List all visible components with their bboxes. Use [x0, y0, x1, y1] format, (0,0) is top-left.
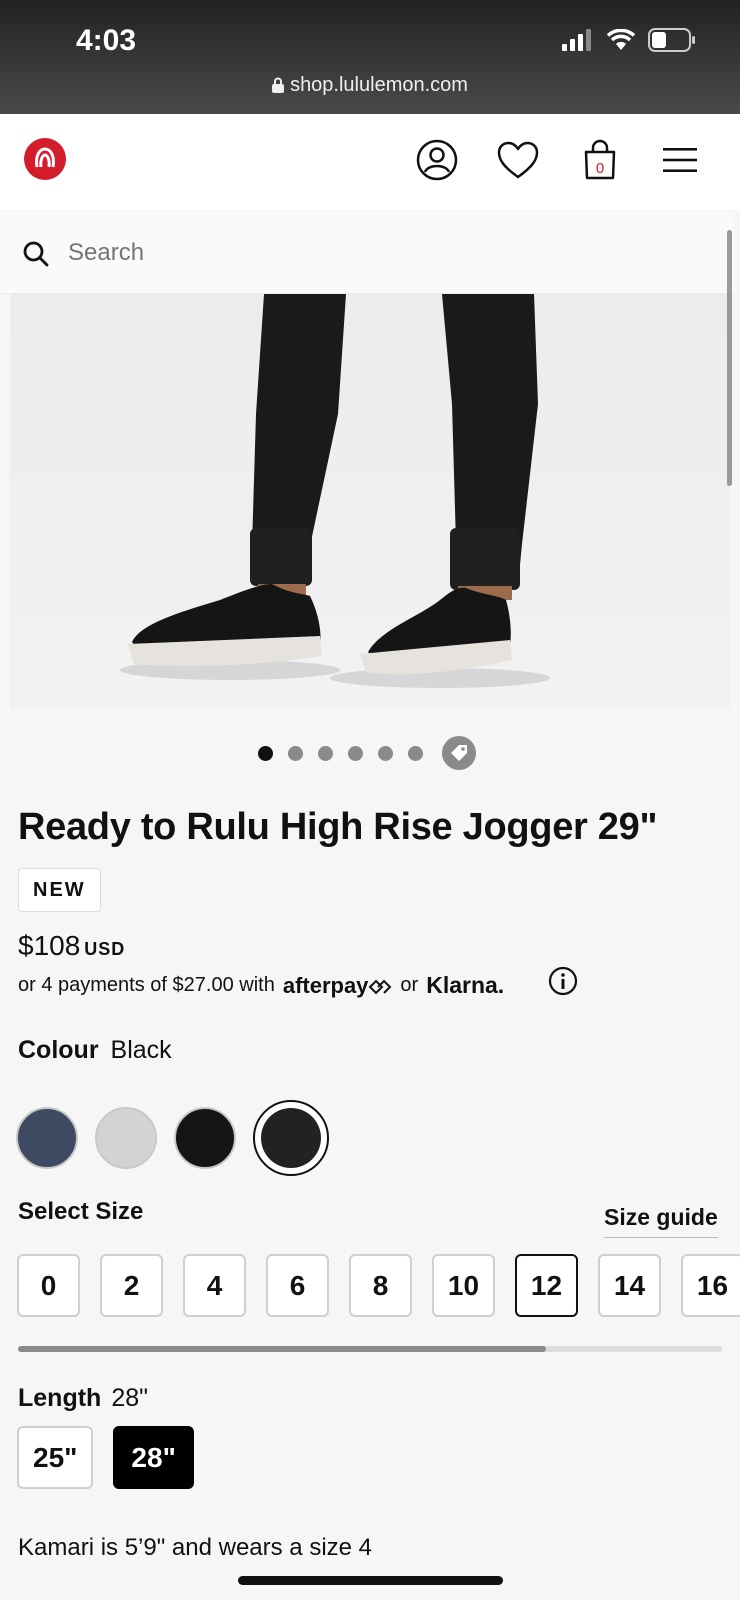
- length-row: Length 28": [18, 1384, 148, 1413]
- search-input[interactable]: [68, 232, 668, 274]
- price-currency: USD: [84, 939, 126, 959]
- account-button[interactable]: [415, 138, 459, 182]
- product-title: Ready to Rulu High Rise Jogger 29": [18, 806, 658, 848]
- length-options: 25" 28": [17, 1426, 194, 1489]
- url-bar[interactable]: shop.lululemon.com: [0, 74, 740, 97]
- colour-label: Colour: [18, 1036, 99, 1064]
- cart-button[interactable]: 0: [578, 138, 622, 182]
- installment-row: or 4 payments of $27.00 with afterpay or…: [18, 972, 504, 999]
- hamburger-menu-icon: [663, 148, 697, 172]
- swatch-fill: [261, 1108, 321, 1168]
- search-icon[interactable]: [22, 240, 50, 268]
- carousel-dot[interactable]: [318, 745, 333, 761]
- lock-icon: [272, 77, 285, 93]
- klarna-logo[interactable]: Klarna.: [426, 972, 504, 999]
- swatch-heathered-navy[interactable]: [16, 1107, 78, 1169]
- lululemon-logo[interactable]: [24, 138, 66, 180]
- length-option-selected[interactable]: 28": [113, 1426, 194, 1489]
- size-option[interactable]: 4: [183, 1254, 246, 1317]
- size-option[interactable]: 6: [266, 1254, 329, 1317]
- wifi-icon: [606, 29, 636, 50]
- heart-icon: [497, 141, 539, 179]
- signal-icon: [562, 29, 591, 51]
- swatch-black-selected[interactable]: [253, 1100, 329, 1176]
- afterpay-logo[interactable]: afterpay: [283, 973, 393, 999]
- size-option[interactable]: 8: [349, 1254, 412, 1317]
- or-text: or: [400, 974, 419, 996]
- carousel-dot[interactable]: [258, 745, 273, 761]
- carousel-dot[interactable]: [348, 745, 363, 761]
- length-option[interactable]: 25": [17, 1426, 94, 1489]
- size-scrollbar-thumb[interactable]: [18, 1346, 546, 1352]
- search-bar: [0, 212, 735, 294]
- battery-icon: [648, 28, 695, 52]
- menu-button[interactable]: [658, 138, 702, 182]
- size-options: 0 2 4 6 8 10 12 14 16: [17, 1254, 740, 1317]
- carousel-tag-button[interactable]: [442, 736, 476, 770]
- account-icon: [416, 139, 458, 181]
- cart-count: 0: [596, 160, 604, 177]
- url-text: shop.lululemon.com: [290, 74, 468, 96]
- shopping-bag-icon: 0: [584, 139, 616, 180]
- colour-selected: Black: [110, 1036, 172, 1064]
- price-tag-icon: [451, 745, 467, 761]
- price-amount: $108: [18, 930, 81, 961]
- length-label: Length: [18, 1384, 102, 1412]
- installment-text: or 4 payments of $27.00 with: [18, 974, 275, 996]
- colour-row: Colour Black: [18, 1036, 172, 1065]
- model-size-note: Kamari is 5’9" and wears a size 4: [18, 1534, 373, 1561]
- size-option[interactable]: 10: [432, 1254, 495, 1317]
- size-option-selected[interactable]: 12: [515, 1254, 578, 1317]
- product-price: $108 USD: [18, 930, 125, 962]
- site-header: 0: [0, 114, 740, 210]
- size-scrollbar[interactable]: [18, 1346, 722, 1352]
- logo-mark-icon: [35, 147, 55, 168]
- size-option[interactable]: 14: [598, 1254, 661, 1317]
- length-selected: 28": [111, 1384, 149, 1412]
- afterpay-label: afterpay: [282, 972, 369, 998]
- new-badge: NEW: [18, 868, 101, 912]
- carousel-dot[interactable]: [408, 745, 423, 761]
- page-scrollbar[interactable]: [727, 230, 732, 486]
- product-photo: [10, 294, 730, 710]
- swatch-black-alt[interactable]: [174, 1107, 236, 1169]
- select-size-title: Select Size: [18, 1198, 144, 1225]
- carousel-dot[interactable]: [288, 745, 303, 761]
- carousel-dot[interactable]: [378, 745, 393, 761]
- swatch-heathered-grey[interactable]: [95, 1107, 157, 1169]
- size-option[interactable]: 2: [100, 1254, 163, 1317]
- home-indicator[interactable]: [238, 1576, 503, 1585]
- status-icons: [562, 28, 696, 52]
- status-bar: 4:03 shop.lululemon.com: [0, 0, 740, 114]
- product-image[interactable]: [10, 294, 730, 710]
- colour-swatches: [16, 1100, 329, 1176]
- afterpay-arrows-icon: [369, 979, 392, 994]
- size-option[interactable]: 16: [681, 1254, 740, 1317]
- image-carousel-dots: [258, 736, 476, 770]
- wishlist-button[interactable]: [496, 138, 540, 182]
- size-guide-link[interactable]: Size guide: [604, 1204, 718, 1238]
- status-time: 4:03: [76, 24, 137, 57]
- info-icon[interactable]: [548, 966, 578, 996]
- size-option[interactable]: 0: [17, 1254, 80, 1317]
